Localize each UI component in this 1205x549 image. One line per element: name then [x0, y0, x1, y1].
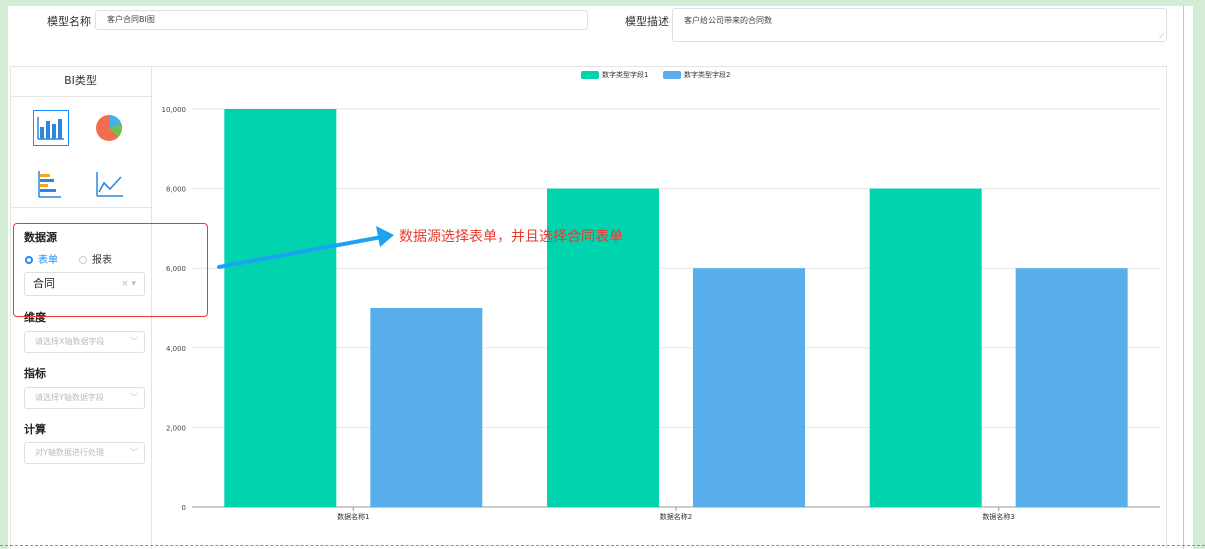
annotation-text: 数据源选择表单，并且选择合同表单 [399, 229, 623, 245]
annotation-arrow-icon [217, 226, 394, 269]
dashed-divider [0, 545, 1205, 546]
